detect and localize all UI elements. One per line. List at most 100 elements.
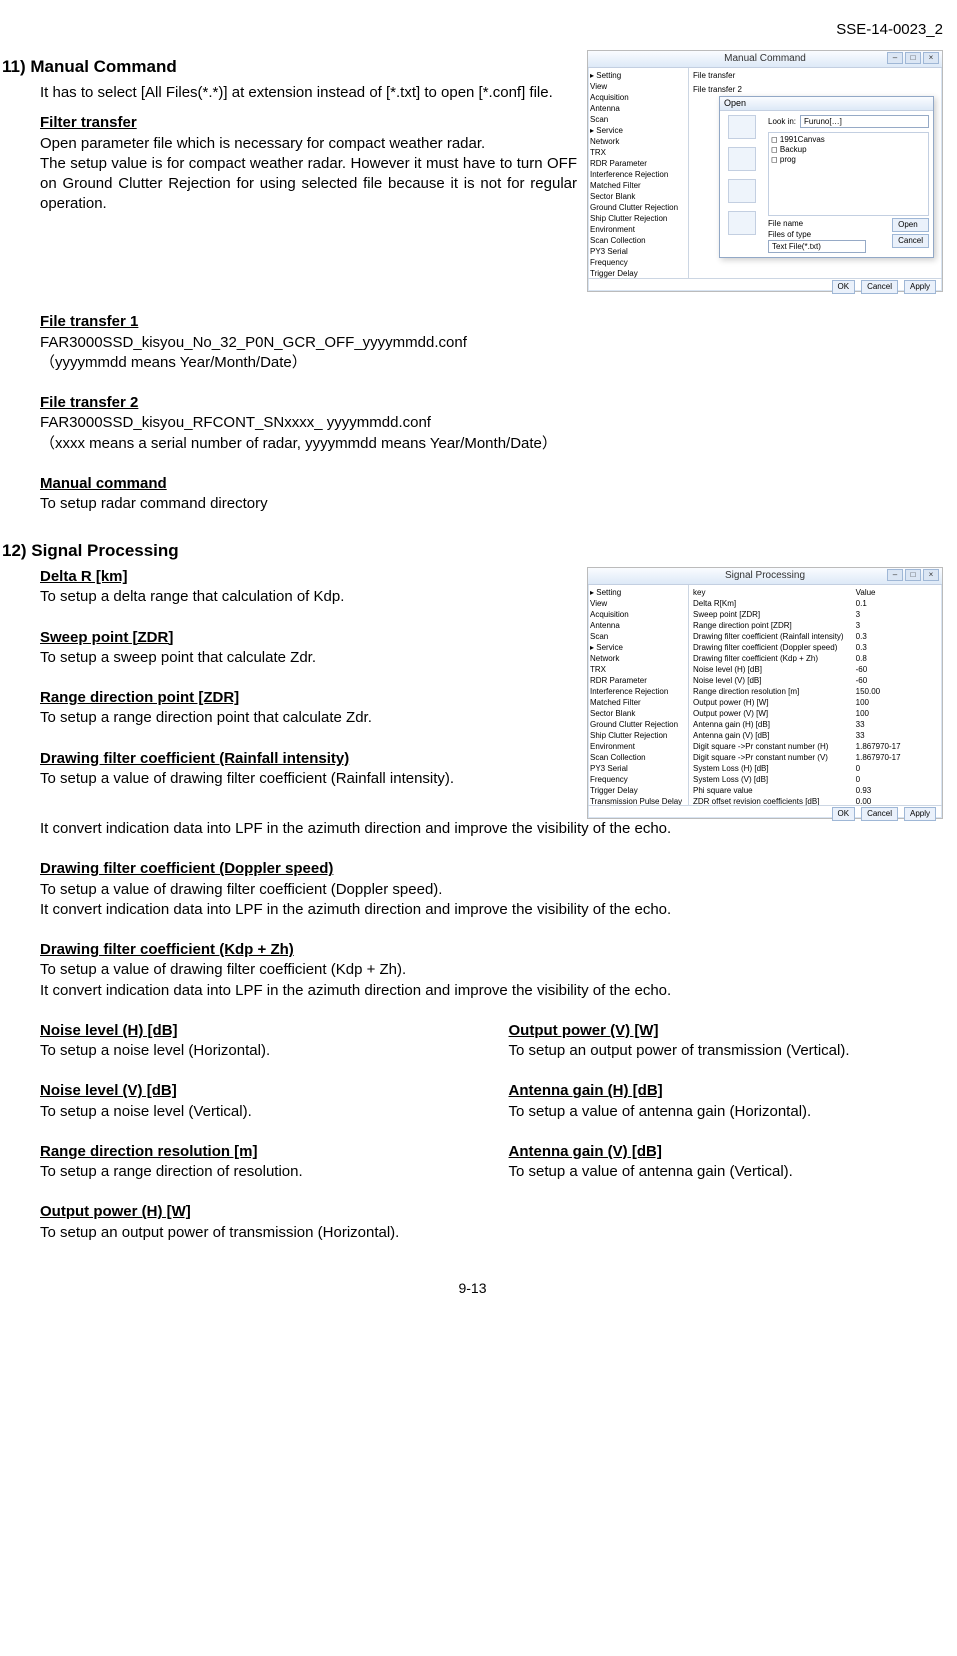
close-icon: × xyxy=(923,569,939,581)
nlh-p: To setup a noise level (Horizontal). xyxy=(40,1041,475,1061)
lookin-label: Look in: xyxy=(768,116,796,127)
signal-processing-table: key Value Delta R[Km]0.1Sweep point [ZDR… xyxy=(689,585,942,805)
oph-p: To setup an output power of transmission… xyxy=(40,1223,475,1243)
table-row: System Loss (H) [dB]0 xyxy=(693,763,942,774)
table-row: Digit square ->Pr constant number (H)1.8… xyxy=(693,741,942,752)
open-dialog: Open Look in: Furuno[…] xyxy=(719,96,934,258)
nlv-heading: Noise level (V) [dB] xyxy=(40,1082,177,1099)
mc-heading: Manual command xyxy=(40,475,167,492)
opv-heading: Output power (V) [W] xyxy=(509,1022,659,1039)
minimize-icon: – xyxy=(887,569,903,581)
dfc-kz-heading: Drawing filter coefficient (Kdp + Zh) xyxy=(40,941,294,958)
maximize-icon: □ xyxy=(905,569,921,581)
rd-heading: Range direction point [ZDR] xyxy=(40,689,239,706)
sp-heading: Sweep point [ZDR] xyxy=(40,629,173,646)
table-row: Noise level (H) [dB]-60 xyxy=(693,664,942,675)
col-key: key xyxy=(693,587,856,598)
nlv-p: To setup a noise level (Vertical). xyxy=(40,1102,475,1122)
fig1-tab: File transfer xyxy=(689,68,942,83)
place-icon xyxy=(728,147,756,171)
table-row: Antenna gain (H) [dB]33 xyxy=(693,719,942,730)
table-row: Sweep point [ZDR]3 xyxy=(693,609,942,620)
rdr-p: To setup a range direction of resolution… xyxy=(40,1162,475,1182)
open-dialog-title: Open xyxy=(720,97,933,111)
list-item[interactable]: ◻ 1991Canvas xyxy=(771,135,926,145)
dfc-kz-p1: To setup a value of drawing filter coeff… xyxy=(40,960,943,980)
apply-button[interactable]: Apply xyxy=(904,807,936,821)
table-row: Output power (H) [W]100 xyxy=(693,697,942,708)
place-icon xyxy=(728,115,756,139)
dfc-ds-heading: Drawing filter coefficient (Doppler spee… xyxy=(40,860,333,877)
dfc-ri-p1: To setup a value of drawing filter coeff… xyxy=(40,769,577,789)
fig1-tree: ▸ Setting View Acquisition Antenna Scan▸… xyxy=(588,68,689,278)
rdr-heading: Range direction resolution [m] xyxy=(40,1143,258,1160)
filetype-label: Files of type xyxy=(768,230,811,239)
maximize-icon: □ xyxy=(905,52,921,64)
table-row: ZDR offset revision coefficients [dB]0.0… xyxy=(693,796,942,805)
nlh-heading: Noise level (H) [dB] xyxy=(40,1022,178,1039)
ft1-p2: （yyyymmdd means Year/Month/Date） xyxy=(40,353,943,373)
table-row: Digit square ->Pr constant number (V)1.8… xyxy=(693,752,942,763)
sp-p: To setup a sweep point that calculate Zd… xyxy=(40,648,577,668)
cancel-button[interactable]: Cancel xyxy=(861,280,898,294)
table-row: Drawing filter coefficient (Kdp + Zh)0.8 xyxy=(693,653,942,664)
figure-manual-command-window: Manual Command –□× ▸ Setting View Acquis… xyxy=(587,50,943,292)
table-row: Noise level (V) [dB]-60 xyxy=(693,675,942,686)
filter-transfer-p1: Open parameter file which is necessary f… xyxy=(40,134,577,154)
ft2-heading: File transfer 2 xyxy=(40,394,138,411)
minimize-icon: – xyxy=(887,52,903,64)
filetype-dropdown[interactable]: Text File(*.txt) xyxy=(768,240,866,253)
ft1-heading: File transfer 1 xyxy=(40,313,138,330)
agv-p: To setup a value of antenna gain (Vertic… xyxy=(509,1162,944,1182)
filter-transfer-heading: Filter transfer xyxy=(40,114,137,131)
fig2-tree: ▸ Setting View Acquisition Antenna Scan▸… xyxy=(588,585,689,805)
list-item[interactable]: ◻ Backup xyxy=(771,145,926,155)
apply-button[interactable]: Apply xyxy=(904,280,936,294)
lookin-dropdown[interactable]: Furuno[…] xyxy=(800,115,929,128)
fig2-title-bar: Signal Processing –□× xyxy=(588,568,942,585)
fig1-right-pane: File transfer File transfer 2 Open xyxy=(689,68,942,278)
cancel-button[interactable]: Cancel xyxy=(861,807,898,821)
filter-transfer-p2: The setup value is for compact weather r… xyxy=(40,154,577,215)
fig1-title: Manual Command xyxy=(724,53,806,64)
filename-label: File name xyxy=(768,219,803,228)
place-icon xyxy=(728,179,756,203)
s11-intro: It has to select [All Files(*.*)] at ext… xyxy=(40,83,577,103)
table-row: Range direction resolution [m]150.00 xyxy=(693,686,942,697)
figure-signal-processing-window: Signal Processing –□× ▸ Setting View Acq… xyxy=(587,567,943,819)
page-number: 9-13 xyxy=(2,1279,943,1298)
agh-p: To setup a value of antenna gain (Horizo… xyxy=(509,1102,944,1122)
ok-button[interactable]: OK xyxy=(832,807,856,821)
ft2-p1: FAR3000SSD_kisyou_RFCONT_SNxxxx_ yyyymmd… xyxy=(40,413,943,433)
dfc-kz-p2: It convert indication data into LPF in t… xyxy=(40,981,943,1001)
dfc-ds-p2: It convert indication data into LPF in t… xyxy=(40,900,943,920)
table-row: Drawing filter coefficient (Rainfall int… xyxy=(693,631,942,642)
ok-button[interactable]: OK xyxy=(832,280,856,294)
place-icon xyxy=(728,211,756,235)
ft1-p1: FAR3000SSD_kisyou_No_32_P0N_GCR_OFF_yyyy… xyxy=(40,333,943,353)
table-row: Output power (V) [W]100 xyxy=(693,708,942,719)
dr-p: To setup a delta range that calculation … xyxy=(40,587,577,607)
col-value: Value xyxy=(856,587,942,598)
cancel-button[interactable]: Cancel xyxy=(892,234,929,248)
close-icon: × xyxy=(923,52,939,64)
dr-heading: Delta R [km] xyxy=(40,568,128,585)
agv-heading: Antenna gain (V) [dB] xyxy=(509,1143,662,1160)
table-row: Drawing filter coefficient (Doppler spee… xyxy=(693,642,942,653)
list-item[interactable]: ◻ prog xyxy=(771,155,926,165)
fig2-title: Signal Processing xyxy=(725,570,805,581)
fig1-row-label: File transfer 2 xyxy=(689,83,942,96)
open-button[interactable]: Open xyxy=(892,218,929,232)
fig1-title-bar: Manual Command –□× xyxy=(588,51,942,68)
file-list[interactable]: ◻ 1991Canvas ◻ Backup ◻ prog xyxy=(768,132,929,216)
agh-heading: Antenna gain (H) [dB] xyxy=(509,1082,663,1099)
dfc-ri-p2: It convert indication data into LPF in t… xyxy=(40,819,943,839)
table-row: Antenna gain (V) [dB]33 xyxy=(693,730,942,741)
rd-p: To setup a range direction point that ca… xyxy=(40,708,577,728)
mc-p: To setup radar command directory xyxy=(40,494,943,514)
table-row: System Loss (V) [dB]0 xyxy=(693,774,942,785)
dfc-ri-heading: Drawing filter coefficient (Rainfall int… xyxy=(40,750,349,767)
doc-id: SSE-14-0023_2 xyxy=(2,20,943,40)
section-11-heading: 11) Manual Command xyxy=(2,56,577,79)
ft2-p2: （xxxx means a serial number of radar, yy… xyxy=(40,434,943,454)
